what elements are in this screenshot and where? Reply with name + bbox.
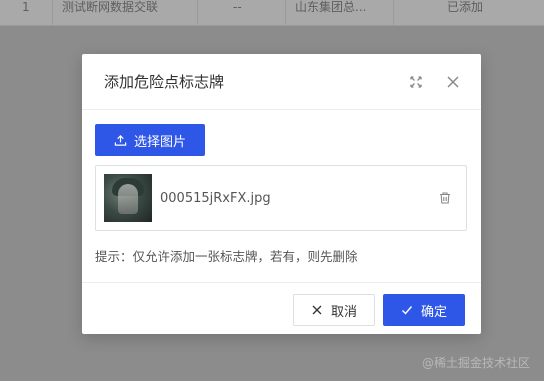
maximize-button[interactable] — [406, 72, 426, 92]
watermark: @稀土掘金技术社区 — [421, 356, 530, 370]
table-divider — [52, 0, 53, 26]
cancel-button[interactable]: 取消 — [293, 294, 375, 326]
table-divider — [197, 0, 198, 26]
add-sign-dialog: 添加危险点标志牌 选择图片 000515jRxFX.jpg 提示：仅允许添加一张… — [82, 54, 481, 334]
confirm-label: 确定 — [420, 304, 447, 320]
select-image-label: 选择图片 — [133, 134, 186, 150]
image-thumbnail[interactable] — [104, 174, 152, 222]
table-cell-location: 山东集团总... — [295, 0, 367, 14]
table-cell-name: 测试断网数据交联 — [62, 0, 159, 14]
dialog-title: 添加危险点标志牌 — [104, 73, 225, 91]
dialog-body: 选择图片 000515jRxFX.jpg 提示：仅允许添加一张标志牌，若有，则先… — [82, 111, 481, 282]
hint-text: 提示：仅允许添加一张标志牌，若有，则先删除 — [95, 249, 358, 264]
cancel-label: 取消 — [330, 304, 357, 320]
close-button[interactable] — [443, 72, 463, 92]
uploaded-file-item: 000515jRxFX.jpg — [95, 165, 467, 231]
trash-icon — [440, 192, 450, 204]
select-image-button[interactable]: 选择图片 — [95, 124, 205, 156]
close-icon — [447, 76, 459, 88]
upload-icon — [114, 134, 127, 146]
table-cell-dash: -- — [233, 0, 242, 14]
table-cell-status: 已添加 — [447, 0, 484, 14]
check-icon — [401, 306, 413, 315]
confirm-button[interactable]: 确定 — [383, 294, 465, 326]
x-icon — [312, 305, 322, 315]
table-divider — [285, 0, 286, 26]
table-divider — [393, 0, 394, 26]
delete-file-button[interactable] — [438, 190, 454, 206]
maximize-icon — [410, 76, 422, 88]
table-cell-index: 1 — [22, 0, 30, 14]
dialog-footer: 取消 确定 — [82, 282, 481, 334]
file-name: 000515jRxFX.jpg — [160, 191, 271, 206]
dialog-header: 添加危险点标志牌 — [82, 54, 481, 110]
background-table-row: 1 测试断网数据交联 -- 山东集团总... 已添加 — [0, 0, 544, 26]
